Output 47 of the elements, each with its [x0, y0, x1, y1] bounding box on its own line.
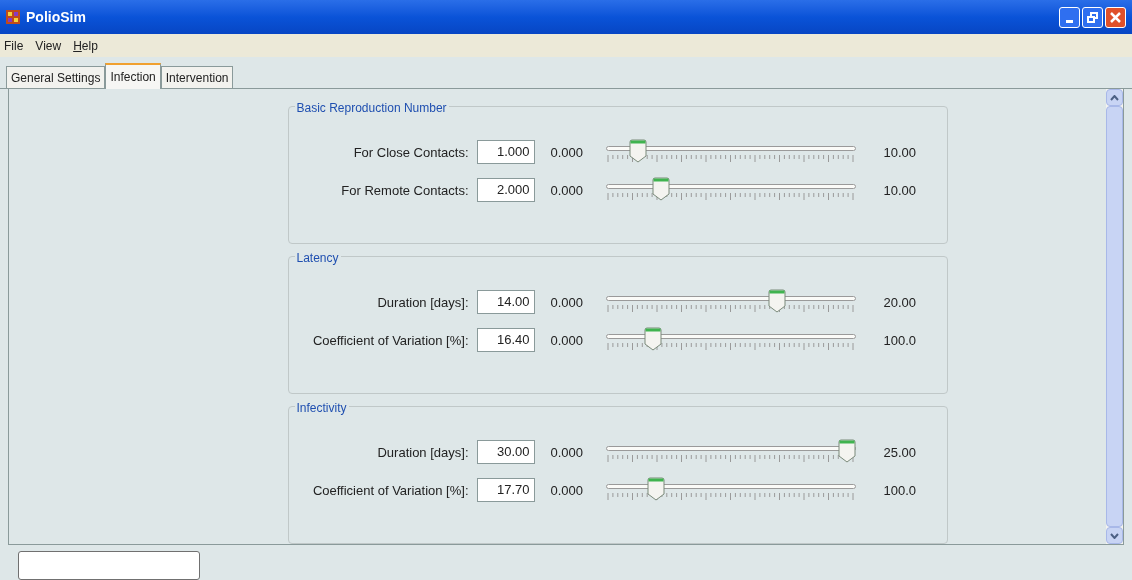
bottom-field[interactable]: [18, 551, 200, 580]
field-label: Duration [days]:: [376, 293, 470, 312]
min-value: 0.000: [550, 143, 585, 162]
min-value: 0.000: [550, 181, 585, 200]
max-value: 10.00: [883, 181, 917, 200]
value-field[interactable]: 30.00: [476, 440, 535, 465]
field-label: For Close Contacts:: [352, 143, 470, 162]
slider-thumb[interactable]: [646, 477, 665, 502]
value-field[interactable]: 2.000: [476, 178, 535, 203]
field-label: Duration [days]:: [376, 443, 470, 462]
tab[interactable]: Infection: [105, 63, 161, 90]
slider-thumb[interactable]: [837, 439, 856, 464]
menu-item[interactable]: Help: [73, 36, 98, 55]
close-button[interactable]: [1105, 6, 1126, 28]
minimize-button[interactable]: [1059, 6, 1080, 28]
value-field[interactable]: 1.000: [476, 140, 535, 165]
value-field[interactable]: 14.00: [476, 290, 535, 315]
min-value: 0.000: [550, 293, 585, 312]
max-value: 100.0: [883, 331, 917, 350]
close-icon: [1109, 10, 1122, 24]
scroll-up-button[interactable]: [1106, 89, 1123, 107]
scroll-down-button[interactable]: [1106, 527, 1123, 545]
max-value: 10.00: [883, 143, 917, 162]
max-value: 20.00: [883, 293, 917, 312]
field-label: Coefficient of Variation [%]:: [311, 331, 470, 350]
chevron-down-icon: [1110, 532, 1119, 539]
slider-thumb[interactable]: [643, 327, 662, 352]
tab[interactable]: General Settings: [6, 66, 106, 89]
chevron-up-icon: [1110, 94, 1119, 101]
min-value: 0.000: [550, 481, 585, 500]
min-value: 0.000: [550, 331, 585, 350]
max-value: 100.0: [883, 481, 917, 500]
min-value: 0.000: [550, 443, 585, 462]
slider-thumb[interactable]: [767, 289, 786, 314]
menu-item[interactable]: File: [4, 36, 24, 55]
tab[interactable]: Intervention: [160, 66, 234, 89]
field-label: For Remote Contacts:: [340, 181, 470, 200]
slider-thumb[interactable]: [628, 139, 647, 164]
field-label: Coefficient of Variation [%]:: [311, 481, 470, 500]
value-field[interactable]: 16.40: [476, 328, 535, 353]
window-title: PolioSim: [26, 7, 86, 27]
value-field[interactable]: 17.70: [476, 478, 535, 503]
restore-button[interactable]: [1082, 6, 1103, 28]
slider-thumb[interactable]: [651, 177, 670, 202]
max-value: 25.00: [883, 443, 917, 462]
app-icon: [6, 10, 20, 25]
menu-item[interactable]: View: [35, 36, 62, 55]
